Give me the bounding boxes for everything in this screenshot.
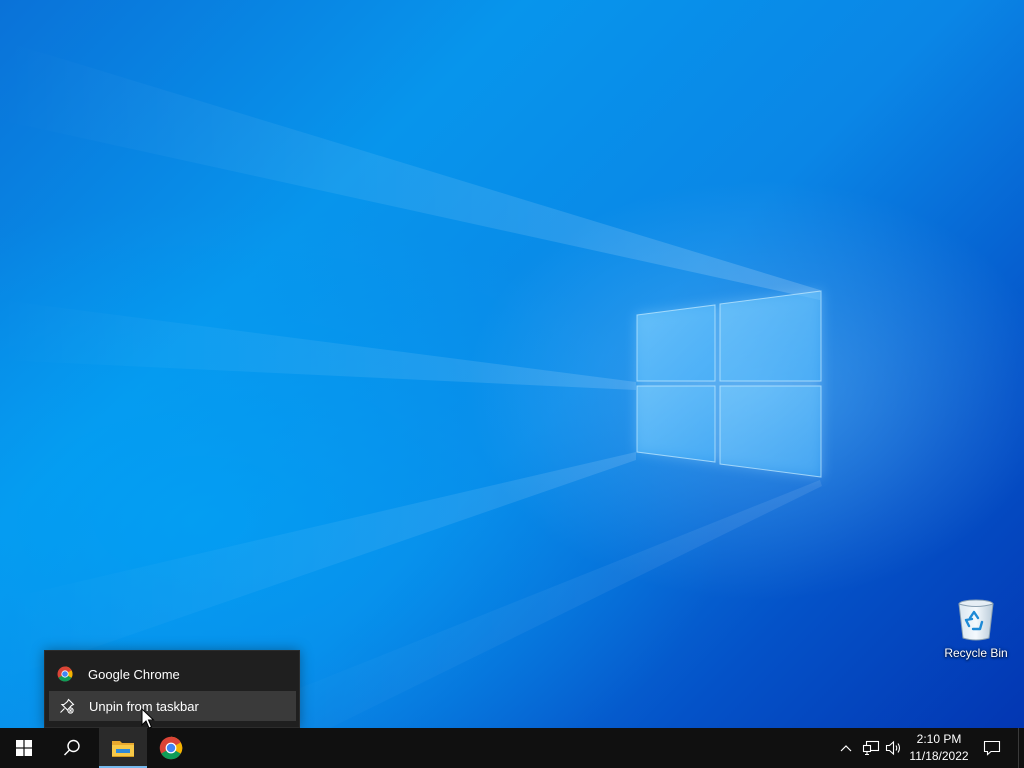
search-icon xyxy=(64,739,80,756)
taskbar-chrome-button[interactable] xyxy=(147,728,195,768)
start-button[interactable] xyxy=(0,728,48,768)
desktop[interactable]: Recycle Bin xyxy=(0,0,1024,728)
recycle-bin-icon xyxy=(958,599,994,641)
jump-list-menu: Google Chrome Unpin from taskbar xyxy=(44,650,300,728)
recycle-bin-label: Recycle Bin xyxy=(944,646,1008,660)
jump-list-app-item[interactable]: Google Chrome xyxy=(49,659,296,689)
clock-date: 11/18/2022 xyxy=(909,749,969,763)
action-center-icon xyxy=(983,740,1001,756)
unpin-from-taskbar-item[interactable]: Unpin from taskbar xyxy=(49,691,296,721)
chrome-icon xyxy=(159,736,183,760)
unpin-icon xyxy=(59,698,75,714)
volume-button[interactable] xyxy=(882,728,906,768)
show-hidden-icons-button[interactable] xyxy=(834,728,858,768)
action-center-button[interactable] xyxy=(976,728,1008,768)
volume-icon xyxy=(885,740,901,756)
wallpaper-windows-logo xyxy=(0,40,822,728)
clock-button[interactable]: 2:10 PM 11/18/2022 xyxy=(906,728,972,768)
show-desktop-button[interactable] xyxy=(1018,728,1024,768)
file-explorer-icon xyxy=(112,741,134,757)
desktop-icon-recycle-bin[interactable]: Recycle Bin xyxy=(938,598,1014,672)
jump-list-app-label: Google Chrome xyxy=(88,666,180,682)
unpin-from-taskbar-label: Unpin from taskbar xyxy=(89,698,199,714)
windows-logo-icon xyxy=(16,740,32,756)
taskbar-file-explorer-button[interactable] xyxy=(99,728,147,768)
taskbar: 2:10 PM 11/18/2022 xyxy=(0,728,1024,768)
search-button[interactable] xyxy=(48,728,96,768)
network-icon xyxy=(862,740,880,756)
chevron-up-icon xyxy=(840,745,852,752)
clock-time: 2:10 PM xyxy=(916,732,962,746)
chrome-icon xyxy=(57,666,73,682)
network-button[interactable] xyxy=(859,728,883,768)
